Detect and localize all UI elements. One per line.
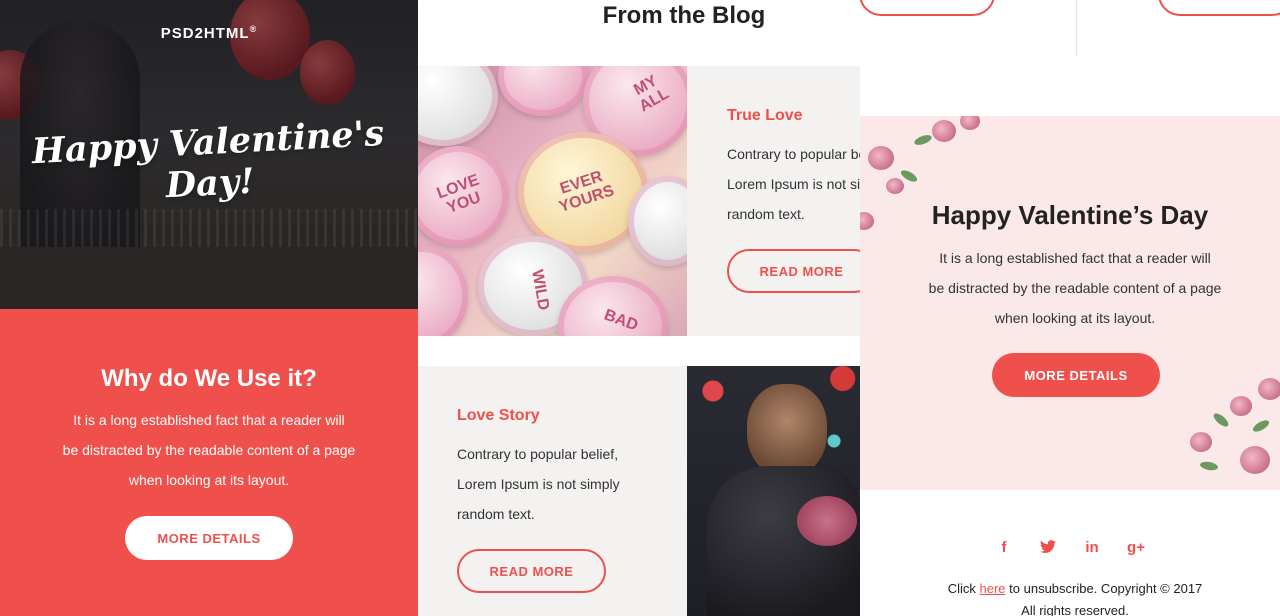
logo-registered-mark: ® <box>249 24 258 34</box>
post-excerpt-line: random text. <box>457 506 535 522</box>
google-plus-icon[interactable]: g+ <box>1125 536 1147 558</box>
facebook-icon[interactable]: f <box>993 536 1015 558</box>
partial-button[interactable] <box>859 0 995 16</box>
rose-shape <box>960 116 980 130</box>
post-title[interactable]: Love Story <box>457 407 540 425</box>
promo-text-line: It is a long established fact that a rea… <box>939 250 1211 266</box>
man-head-shape <box>747 384 827 476</box>
read-more-button[interactable]: READ MORE <box>727 249 876 293</box>
post-title[interactable]: True Love <box>727 107 803 125</box>
candy-hearts-image: EVER YOURS LOVE YOU BAD MY ALL WILD <box>418 66 687 336</box>
why-text: It is a long established fact that a rea… <box>0 405 418 495</box>
unsubscribe-link[interactable]: here <box>980 581 1006 596</box>
footer-text: Click here to unsubscribe. Copyright © 2… <box>860 578 1280 616</box>
why-title: Why do We Use it? <box>101 365 317 392</box>
logo-text: PSD2HTML <box>160 25 250 42</box>
why-text-line: be distracted by the readable content of… <box>62 442 356 458</box>
post-excerpt: Contrary to popular belief, Lorem Ipsum … <box>457 439 677 529</box>
promo-title: Happy Valentine’s Day <box>931 200 1209 230</box>
footer-prefix: Click <box>947 581 976 596</box>
partial-button[interactable] <box>1158 0 1280 16</box>
social-links: f in g+ <box>860 536 1280 558</box>
why-text-line: when looking at its layout. <box>128 472 290 488</box>
divider <box>1076 0 1077 56</box>
rose-shape <box>1258 378 1280 400</box>
post-excerpt-line: Contrary to popular belief, <box>457 446 619 462</box>
footer-copyright: to unsubscribe. Copyright © 2017 <box>1009 581 1203 596</box>
man-with-flowers-image <box>687 366 860 616</box>
rose-shape <box>868 146 894 170</box>
twitter-icon[interactable] <box>1037 536 1059 558</box>
more-details-button[interactable]: MORE DETAILS <box>992 353 1160 397</box>
brand-logo[interactable]: PSD2HTML® <box>0 24 418 42</box>
rose-shape <box>886 178 904 194</box>
why-text-line: It is a long established fact that a rea… <box>73 412 345 428</box>
valentine-promo: Happy Valentine’s Day It is a long estab… <box>860 116 1280 490</box>
candy-shape <box>498 66 588 116</box>
footer-rights: All rights reserved. <box>1021 603 1129 616</box>
flowers-shape <box>797 496 857 546</box>
leaf-shape <box>1251 418 1271 434</box>
read-more-button[interactable]: READ MORE <box>457 549 606 593</box>
promo-text: It is a long established fact that a rea… <box>860 243 1280 333</box>
promo-text-line: be distracted by the readable content of… <box>928 280 1222 296</box>
linkedin-icon[interactable]: in <box>1081 536 1103 558</box>
post-excerpt-line: Lorem Ipsum is not simply <box>457 476 620 492</box>
promo-text-line: when looking at its layout. <box>994 310 1156 326</box>
rose-shape <box>932 120 956 142</box>
post-excerpt-line: Lorem Ipsum is not simply <box>727 176 860 192</box>
candy-shape <box>418 66 498 146</box>
leaf-shape <box>1211 411 1231 429</box>
post-excerpt-line: random text. <box>727 206 805 222</box>
rose-shape <box>1230 396 1252 416</box>
rose-shape <box>1190 432 1212 452</box>
why-section: Why do We Use it? It is a long establish… <box>0 309 418 616</box>
candy-shape <box>418 246 468 336</box>
rose-shape <box>1240 446 1270 474</box>
leaf-shape <box>913 133 933 147</box>
post-excerpt-line: Contrary to popular belief, <box>727 146 860 162</box>
leaf-shape <box>1199 460 1219 472</box>
post-excerpt: Contrary to popular belief, Lorem Ipsum … <box>727 139 860 229</box>
more-details-button[interactable]: MORE DETAILS <box>125 516 293 560</box>
